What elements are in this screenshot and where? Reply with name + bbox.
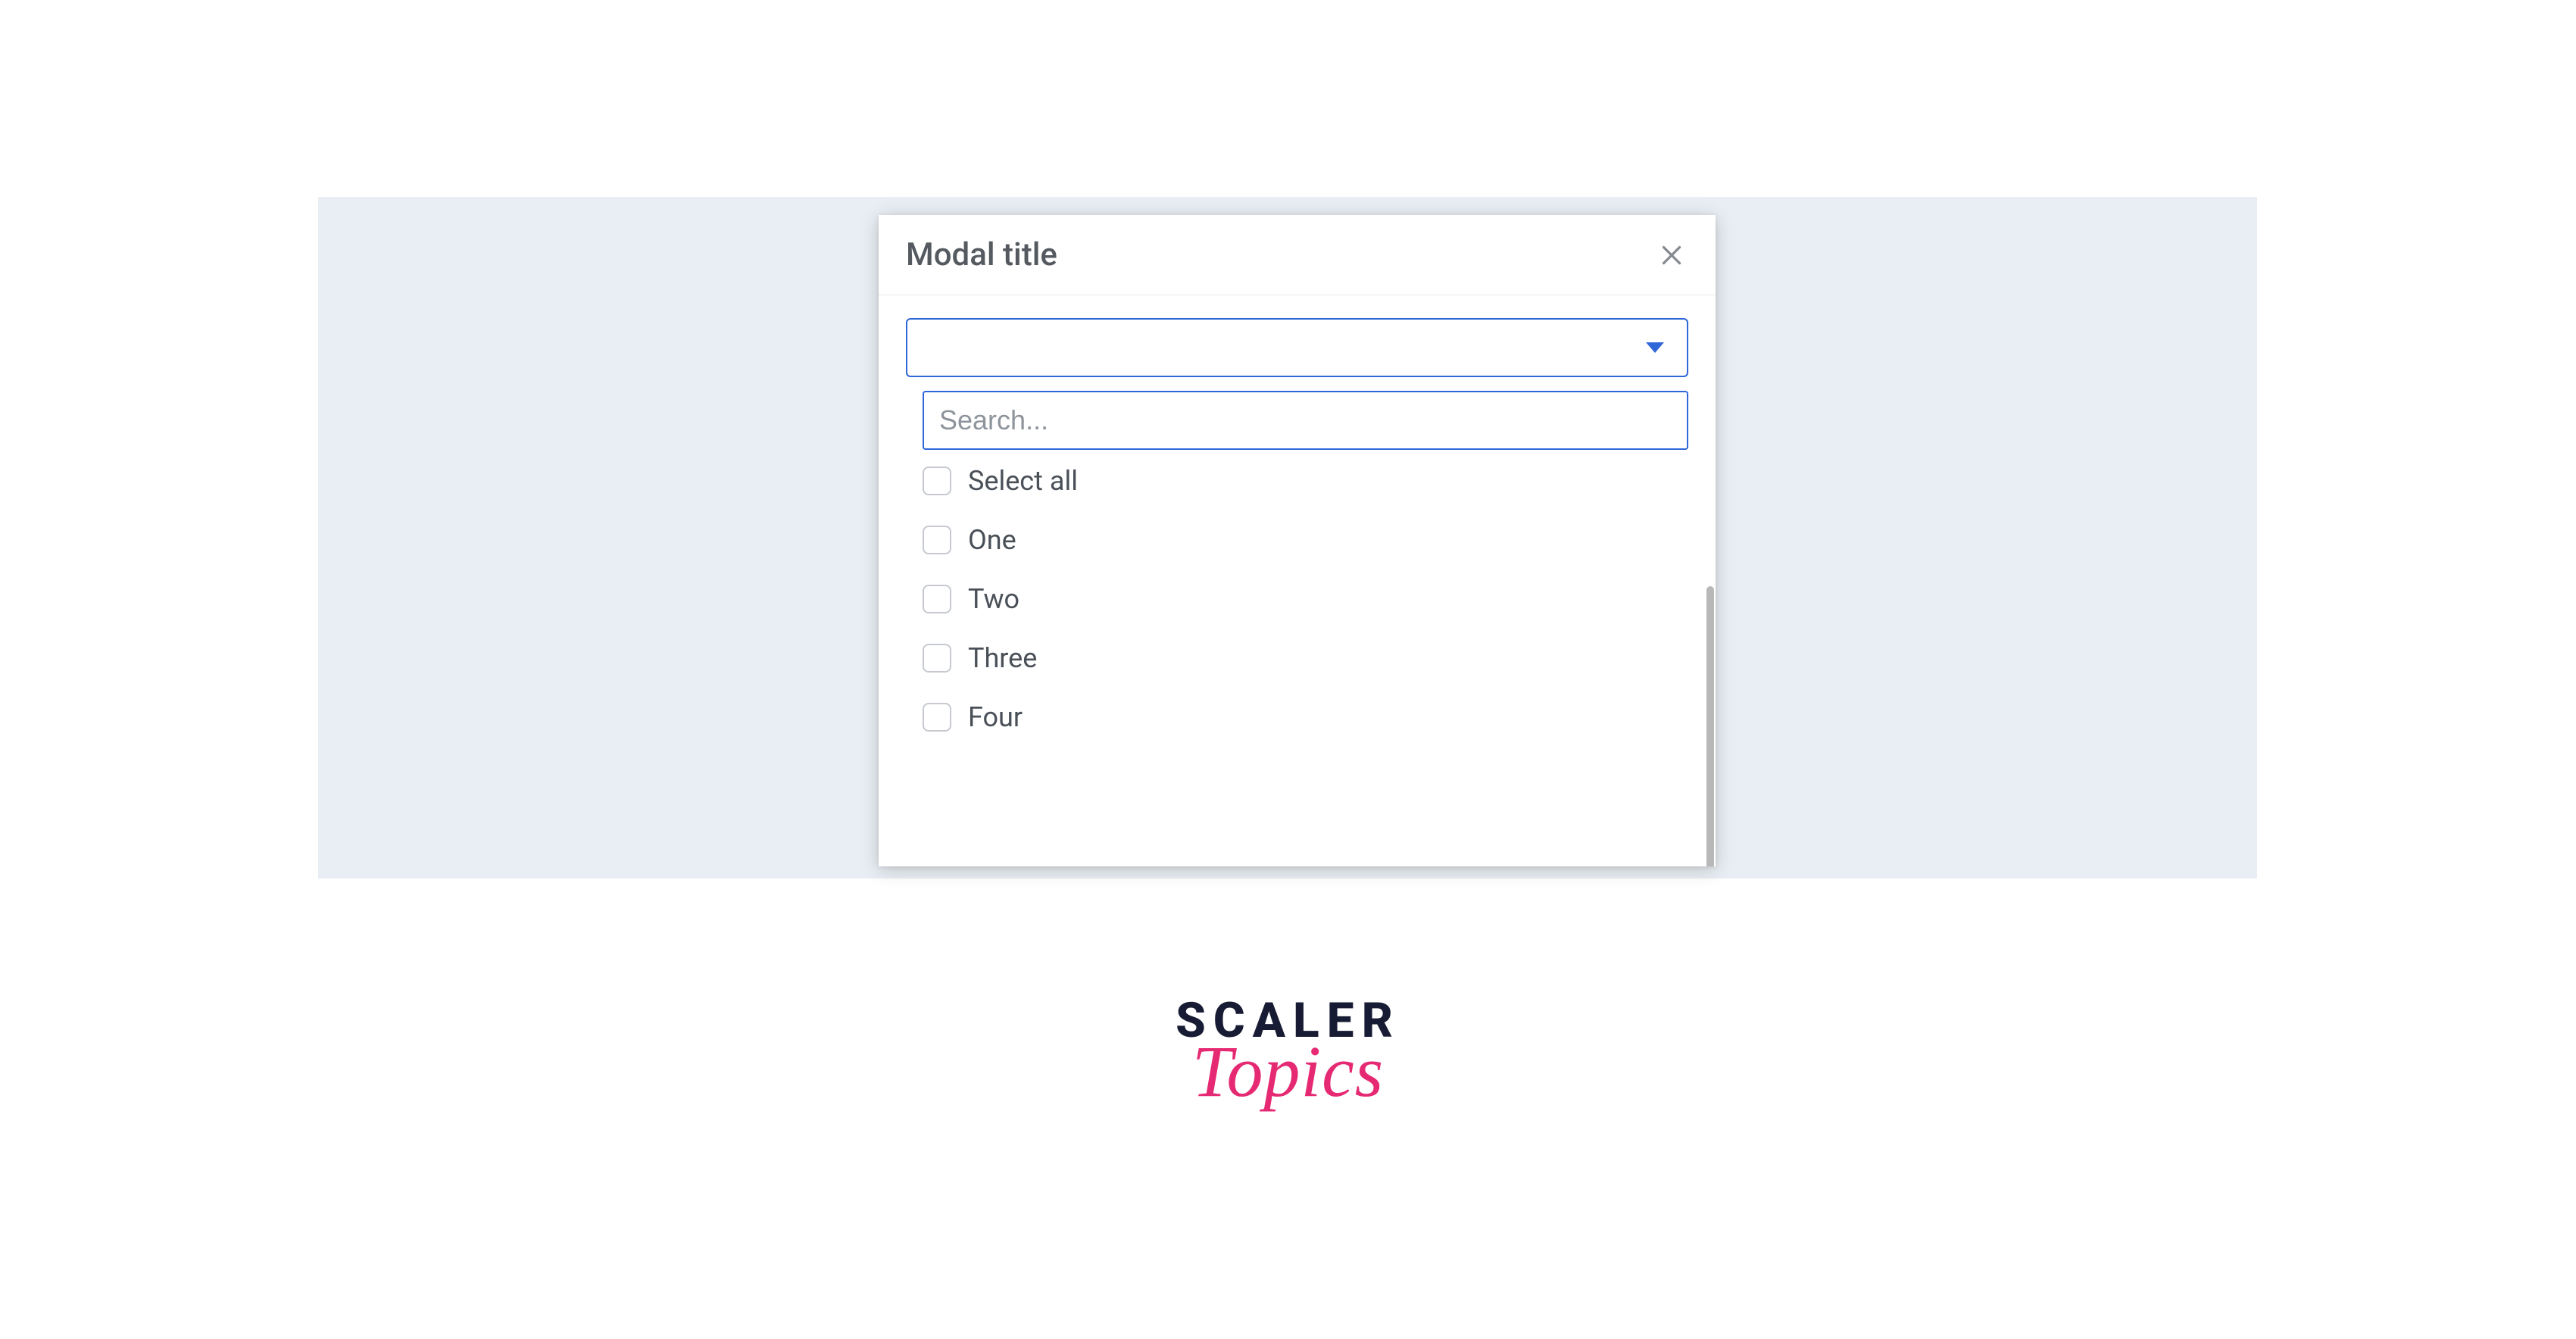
caret-down-icon (1646, 342, 1664, 353)
option-list: Select all One Two Three Four (923, 465, 1688, 733)
search-input[interactable] (923, 391, 1688, 450)
checkbox-icon (923, 467, 951, 495)
option-select-all[interactable]: Select all (923, 465, 1688, 497)
scrollbar-thumb[interactable] (1706, 586, 1714, 866)
checkbox-icon (923, 703, 951, 732)
close-button[interactable] (1655, 239, 1688, 272)
option-one[interactable]: One (923, 524, 1688, 556)
option-label: Four (968, 701, 1023, 733)
modal-body: Select all One Two Three Four (879, 295, 1716, 733)
modal-dialog: Modal title Select all One (879, 215, 1716, 866)
option-label: Two (968, 583, 1019, 615)
dropdown-panel: Select all One Two Three Four (906, 391, 1688, 733)
option-three[interactable]: Three (923, 642, 1688, 674)
option-label: Select all (968, 465, 1078, 497)
brand-word-topics: Topics (1176, 1046, 1400, 1097)
checkbox-icon (923, 526, 951, 554)
option-four[interactable]: Four (923, 701, 1688, 733)
option-label: Three (968, 642, 1037, 674)
multiselect-trigger[interactable] (906, 318, 1688, 377)
option-label: One (968, 524, 1016, 556)
modal-header: Modal title (879, 215, 1716, 295)
checkbox-icon (923, 644, 951, 673)
brand-logo: SCALER Topics (1176, 992, 1400, 1097)
close-icon (1658, 242, 1685, 269)
option-two[interactable]: Two (923, 583, 1688, 615)
modal-title: Modal title (906, 236, 1057, 273)
checkbox-icon (923, 585, 951, 613)
